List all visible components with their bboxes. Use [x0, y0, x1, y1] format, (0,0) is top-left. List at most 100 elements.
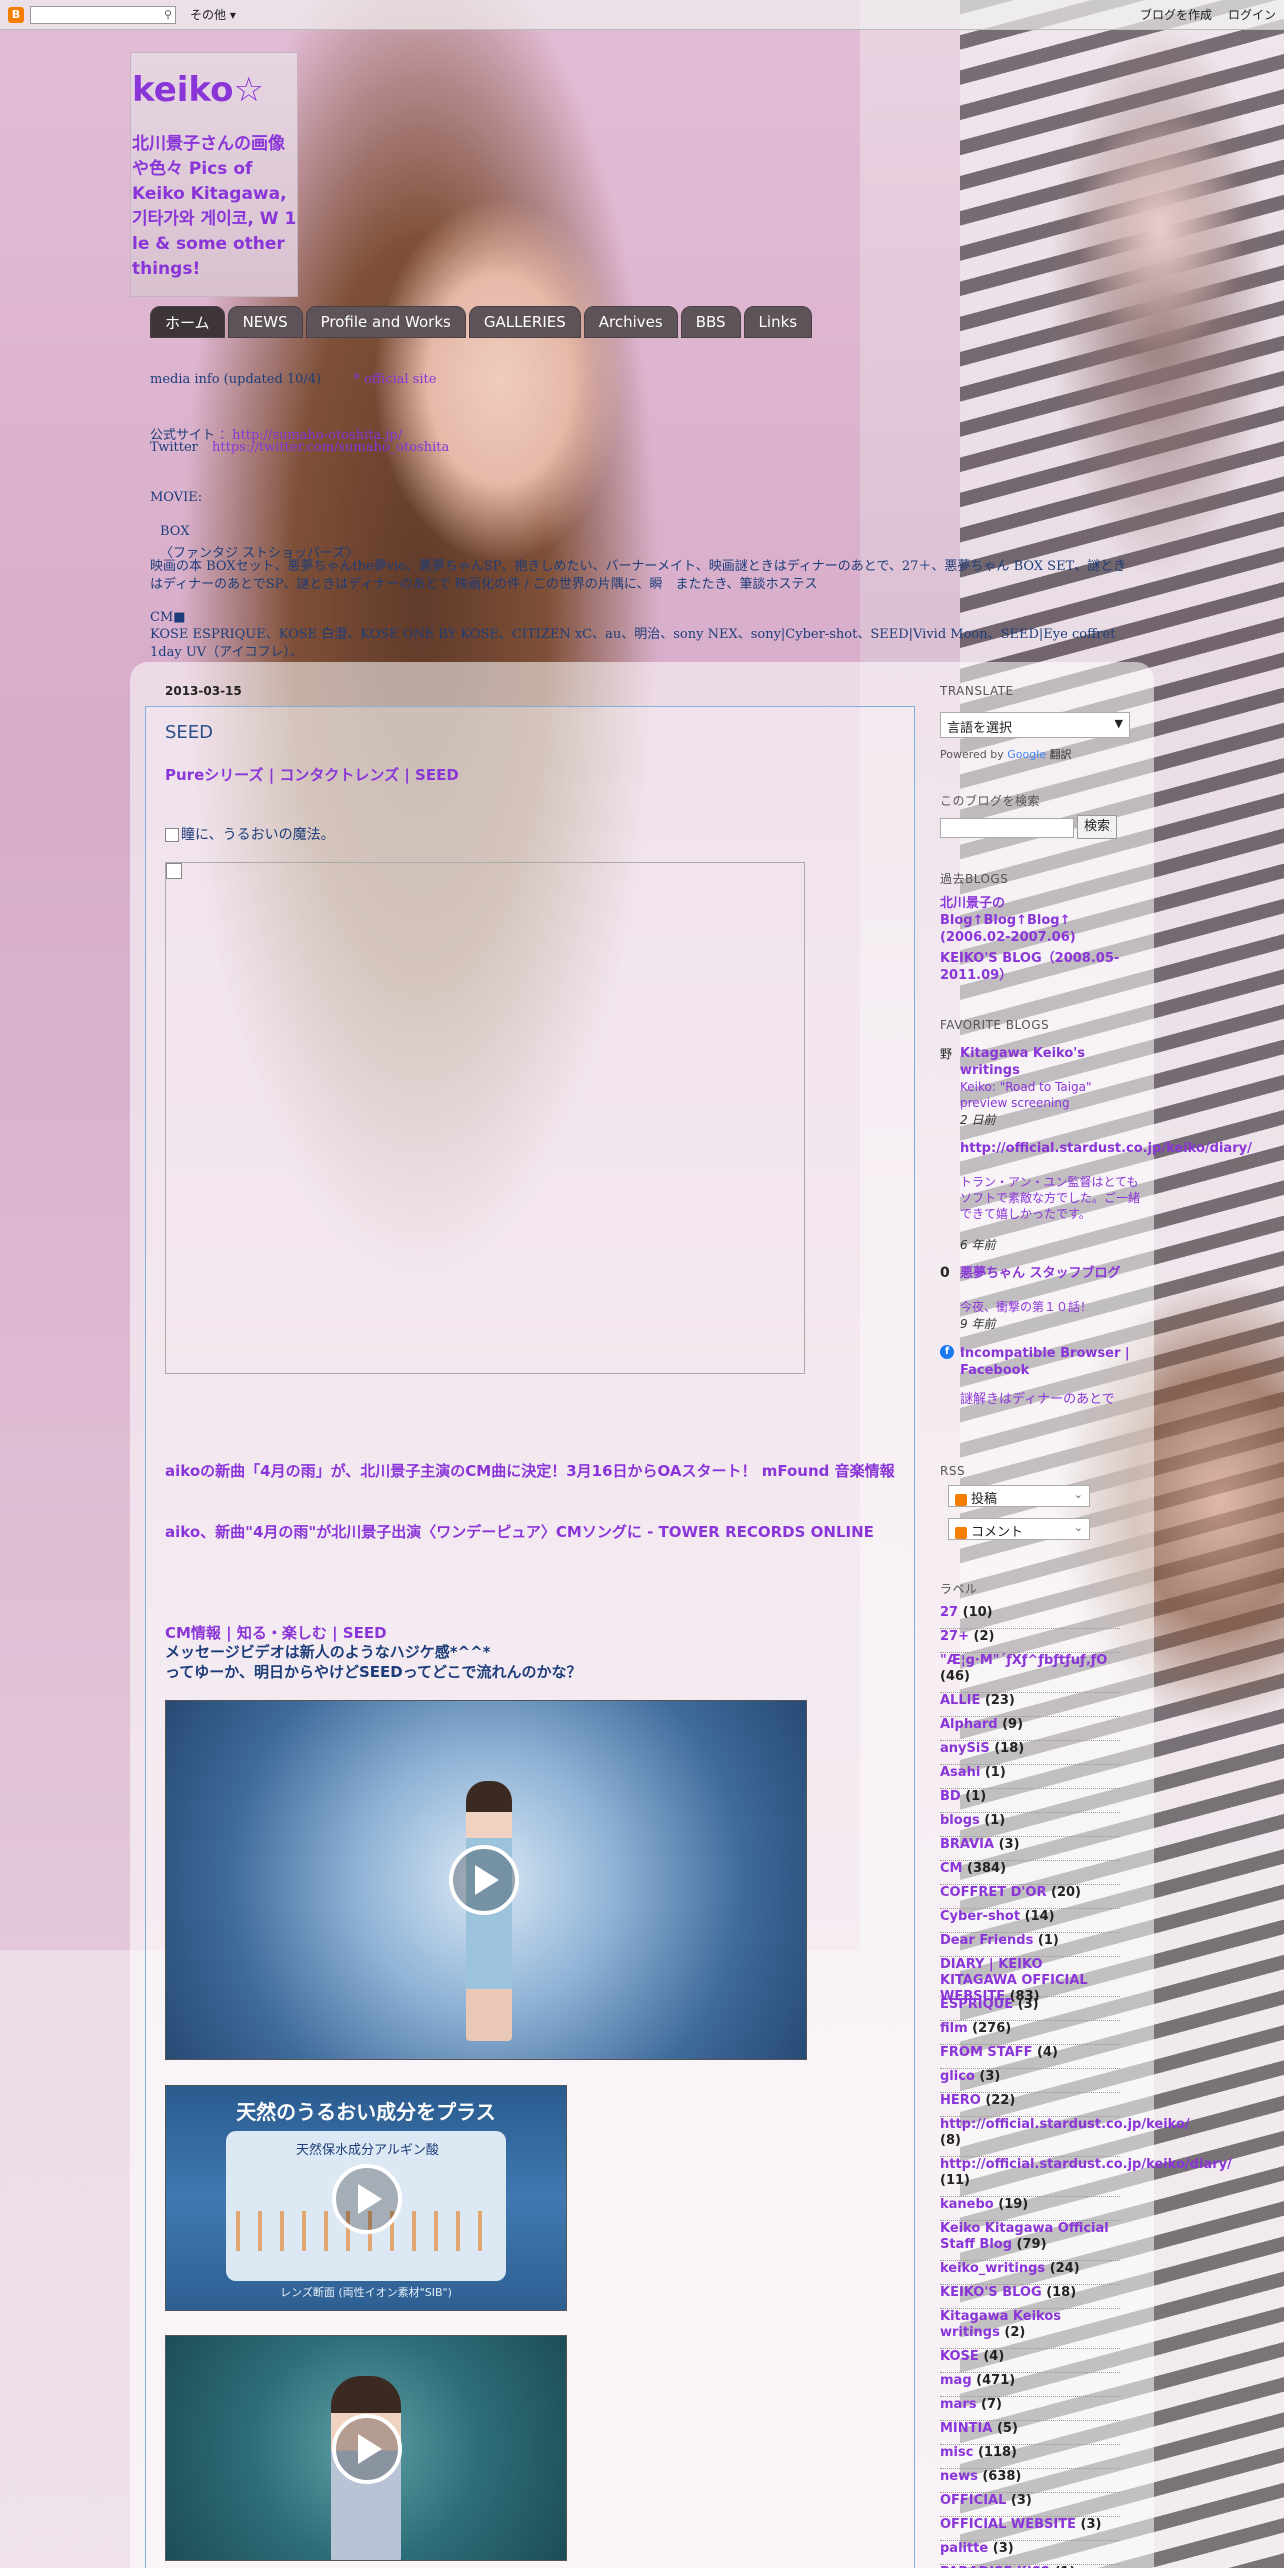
past-blog-link-2[interactable]: KEIKO'S BLOG（2008.05-2011.09） — [940, 950, 1130, 984]
blog-search-button[interactable]: 検索 — [1077, 815, 1117, 839]
label-item[interactable]: 27+ (2) — [940, 1629, 1120, 1653]
label-link[interactable]: news — [940, 2469, 978, 2484]
label-item[interactable]: ESPRIQUE (3) — [940, 1997, 1120, 2021]
post-link-aiko-tower[interactable]: aiko、新曲"4月の雨"が北川景子出演〈ワンデーピュア〉CMソングに - TO… — [165, 1521, 874, 1542]
label-link[interactable]: http://official.stardust.co.jp/keiko/ — [940, 2117, 1190, 2132]
label-link[interactable]: blogs — [940, 1813, 980, 1828]
label-item[interactable]: BRAVIA (3) — [940, 1837, 1120, 1861]
post-link-seed-pure[interactable]: Pureシリーズ | コンタクトレンズ | SEED — [165, 764, 459, 785]
label-item[interactable]: CM (384) — [940, 1861, 1120, 1885]
play-icon[interactable] — [332, 2414, 402, 2484]
favorite-blog-post[interactable]: トラン・アン・ユン監督はとてもソフトで素敵な方でした。ご一緒できて嬉しかったです… — [960, 1174, 1140, 1222]
label-item[interactable]: glico (3) — [940, 2069, 1120, 2093]
label-link[interactable]: ESPRIQUE — [940, 1997, 1013, 2012]
label-link[interactable]: MINTIA — [940, 2421, 992, 2436]
past-blog-link-1[interactable]: 北川景子の Blog↑Blog↑Blog↑ (2006.02-2007.06) — [940, 895, 1130, 946]
label-link[interactable]: film — [940, 2021, 968, 2036]
label-item[interactable]: HERO (22) — [940, 2093, 1120, 2117]
label-item[interactable]: KEIKO'S BLOG (18) — [940, 2285, 1120, 2309]
post-link-seed-cm[interactable]: CM情報 | 知る・楽しむ | SEED — [165, 1622, 387, 1643]
label-item[interactable]: OFFICIAL (3) — [940, 2493, 1120, 2517]
translate-language-select[interactable]: 言語を選択 ▼ — [940, 712, 1130, 738]
label-link[interactable]: keiko_writings — [940, 2261, 1045, 2276]
favorite-blog-title[interactable]: Kitagawa Keiko's writings — [960, 1045, 1140, 1079]
label-item[interactable]: Kitagawa Keikos writings (2) — [940, 2309, 1120, 2349]
label-link[interactable]: misc — [940, 2445, 973, 2460]
label-link[interactable]: kanebo — [940, 2197, 994, 2212]
label-item[interactable]: Alphard (9) — [940, 1717, 1120, 1741]
label-item[interactable]: COFFRET D'OR (20) — [940, 1885, 1120, 1909]
post-image-broken[interactable] — [165, 862, 805, 1374]
favorite-blog-title[interactable]: Incompatible Browser | Facebook — [960, 1345, 1140, 1379]
official-site-link[interactable]: * official site — [353, 372, 436, 387]
favorite-blog-title[interactable]: http://official.stardust.co.jp/keiko/dia… — [960, 1140, 1252, 1157]
play-icon[interactable] — [449, 1845, 519, 1915]
label-link[interactable]: OFFICIAL WEBSITE — [940, 2517, 1076, 2532]
label-link[interactable]: Alphard — [940, 1717, 998, 1732]
blog-search-input[interactable] — [940, 818, 1074, 838]
create-blog-link[interactable]: ブログを作成 — [1140, 6, 1212, 23]
tab-archives[interactable]: Archives — [583, 306, 678, 338]
tab-news[interactable]: NEWS — [227, 306, 303, 338]
favorite-blog-title[interactable]: 悪夢ちゃん スタッフブログ — [960, 1265, 1140, 1282]
blogger-logo-icon[interactable]: B — [8, 6, 24, 23]
tab-profile[interactable]: Profile and Works — [305, 306, 466, 338]
tab-bbs[interactable]: BBS — [680, 306, 741, 338]
label-item[interactable]: Dear Friends (1) — [940, 1933, 1120, 1957]
label-link[interactable]: OFFICIAL — [940, 2493, 1006, 2508]
label-item[interactable]: http://official.stardust.co.jp/keiko/dia… — [940, 2157, 1232, 2197]
label-link[interactable]: 27+ — [940, 1629, 969, 1644]
label-link[interactable]: mars — [940, 2397, 976, 2412]
post-title[interactable]: SEED — [165, 722, 213, 743]
label-link[interactable]: ALLIE — [940, 1693, 980, 1708]
tab-links[interactable]: Links — [743, 306, 813, 338]
label-link[interactable]: Kitagawa Keikos writings — [940, 2309, 1061, 2340]
label-item[interactable]: news (638) — [940, 2469, 1120, 2493]
label-link[interactable]: BRAVIA — [940, 1837, 994, 1852]
label-link[interactable]: palitte — [940, 2541, 988, 2556]
video-player-1[interactable] — [165, 1700, 807, 2060]
blog-title[interactable]: keiko☆ — [132, 70, 264, 110]
login-link[interactable]: ログイン — [1228, 6, 1276, 23]
label-item[interactable]: ALLIE (23) — [940, 1693, 1120, 1717]
label-item[interactable]: mag (471) — [940, 2373, 1120, 2397]
favorite-blog-post[interactable]: 今夜、衝撃の第１０話！ — [960, 1299, 1140, 1315]
label-link[interactable]: CM — [940, 1861, 962, 1876]
label-item[interactable]: Cyber-shot (14) — [940, 1909, 1120, 1933]
tab-home[interactable]: ホーム — [150, 306, 225, 338]
label-item[interactable]: MINTIA (5) — [940, 2421, 1120, 2445]
play-icon[interactable] — [332, 2164, 402, 2234]
label-link[interactable]: 27 — [940, 1605, 958, 1620]
label-link[interactable]: glico — [940, 2069, 975, 2084]
video-player-3[interactable] — [165, 2335, 567, 2561]
search-icon[interactable]: ⚲ — [164, 8, 172, 21]
favorite-blog-post[interactable]: Keiko: "Road to Taiga" preview screening — [960, 1079, 1140, 1111]
label-item[interactable]: Asahi (1) — [940, 1765, 1120, 1789]
label-item[interactable]: "Æ¦g·M"´ƒXƒ^ƒbƒtƒuƒ‚ƒO (46) — [940, 1653, 1120, 1693]
label-link[interactable]: "Æ¦g·M"´ƒXƒ^ƒbƒtƒuƒ‚ƒO — [940, 1653, 1107, 1668]
label-item[interactable]: FROM STAFF (4) — [940, 2045, 1120, 2069]
label-item[interactable]: 27 (10) — [940, 1605, 1120, 1629]
video-player-2[interactable]: 天然のうるおい成分をプラス 天然保水成分アルギン酸 レンズ断面 (両性イオン素材… — [165, 2085, 567, 2311]
label-item[interactable]: BD (1) — [940, 1789, 1120, 1813]
label-item[interactable]: kanebo (19) — [940, 2197, 1120, 2221]
favorite-blog-post[interactable]: 謎解きはディナーのあとで — [960, 1392, 1140, 1408]
post-link-aiko-mfound[interactable]: aikoの新曲「4月の雨」が、北川景子主演のCM曲に決定！3月16日からOAスタ… — [165, 1460, 895, 1481]
label-link[interactable]: anySiS — [940, 1741, 990, 1756]
label-link[interactable]: Asahi — [940, 1765, 980, 1780]
label-item[interactable]: DIARY | KEIKO KITAGAWA OFFICIAL WEBSITE … — [940, 1957, 1120, 2004]
post-image-alt[interactable]: 瞳に、うるおいの魔法。 — [165, 824, 335, 844]
label-link[interactable]: BD — [940, 1789, 961, 1804]
twitter-link[interactable]: https://twitter.com/sumaho_otoshita — [212, 440, 449, 455]
navbar-search-input[interactable]: ⚲ — [30, 5, 176, 24]
label-link[interactable]: http://official.stardust.co.jp/keiko/dia… — [940, 2157, 1232, 2172]
label-item[interactable]: blogs (1) — [940, 1813, 1120, 1837]
label-item[interactable]: keiko_writings (24) — [940, 2261, 1120, 2285]
label-link[interactable]: KEIKO'S BLOG — [940, 2285, 1042, 2300]
tab-galleries[interactable]: GALLERIES — [468, 306, 581, 338]
more-menu[interactable]: その他 ▾ — [190, 6, 236, 23]
label-item[interactable]: Keiko Kitagawa Official Staff Blog (79) — [940, 2221, 1120, 2261]
label-item[interactable]: misc (118) — [940, 2445, 1120, 2469]
label-item[interactable]: OFFICIAL WEBSITE (3) — [940, 2517, 1120, 2541]
rss-comments-dropdown[interactable]: コメント ⌄ — [948, 1518, 1090, 1540]
